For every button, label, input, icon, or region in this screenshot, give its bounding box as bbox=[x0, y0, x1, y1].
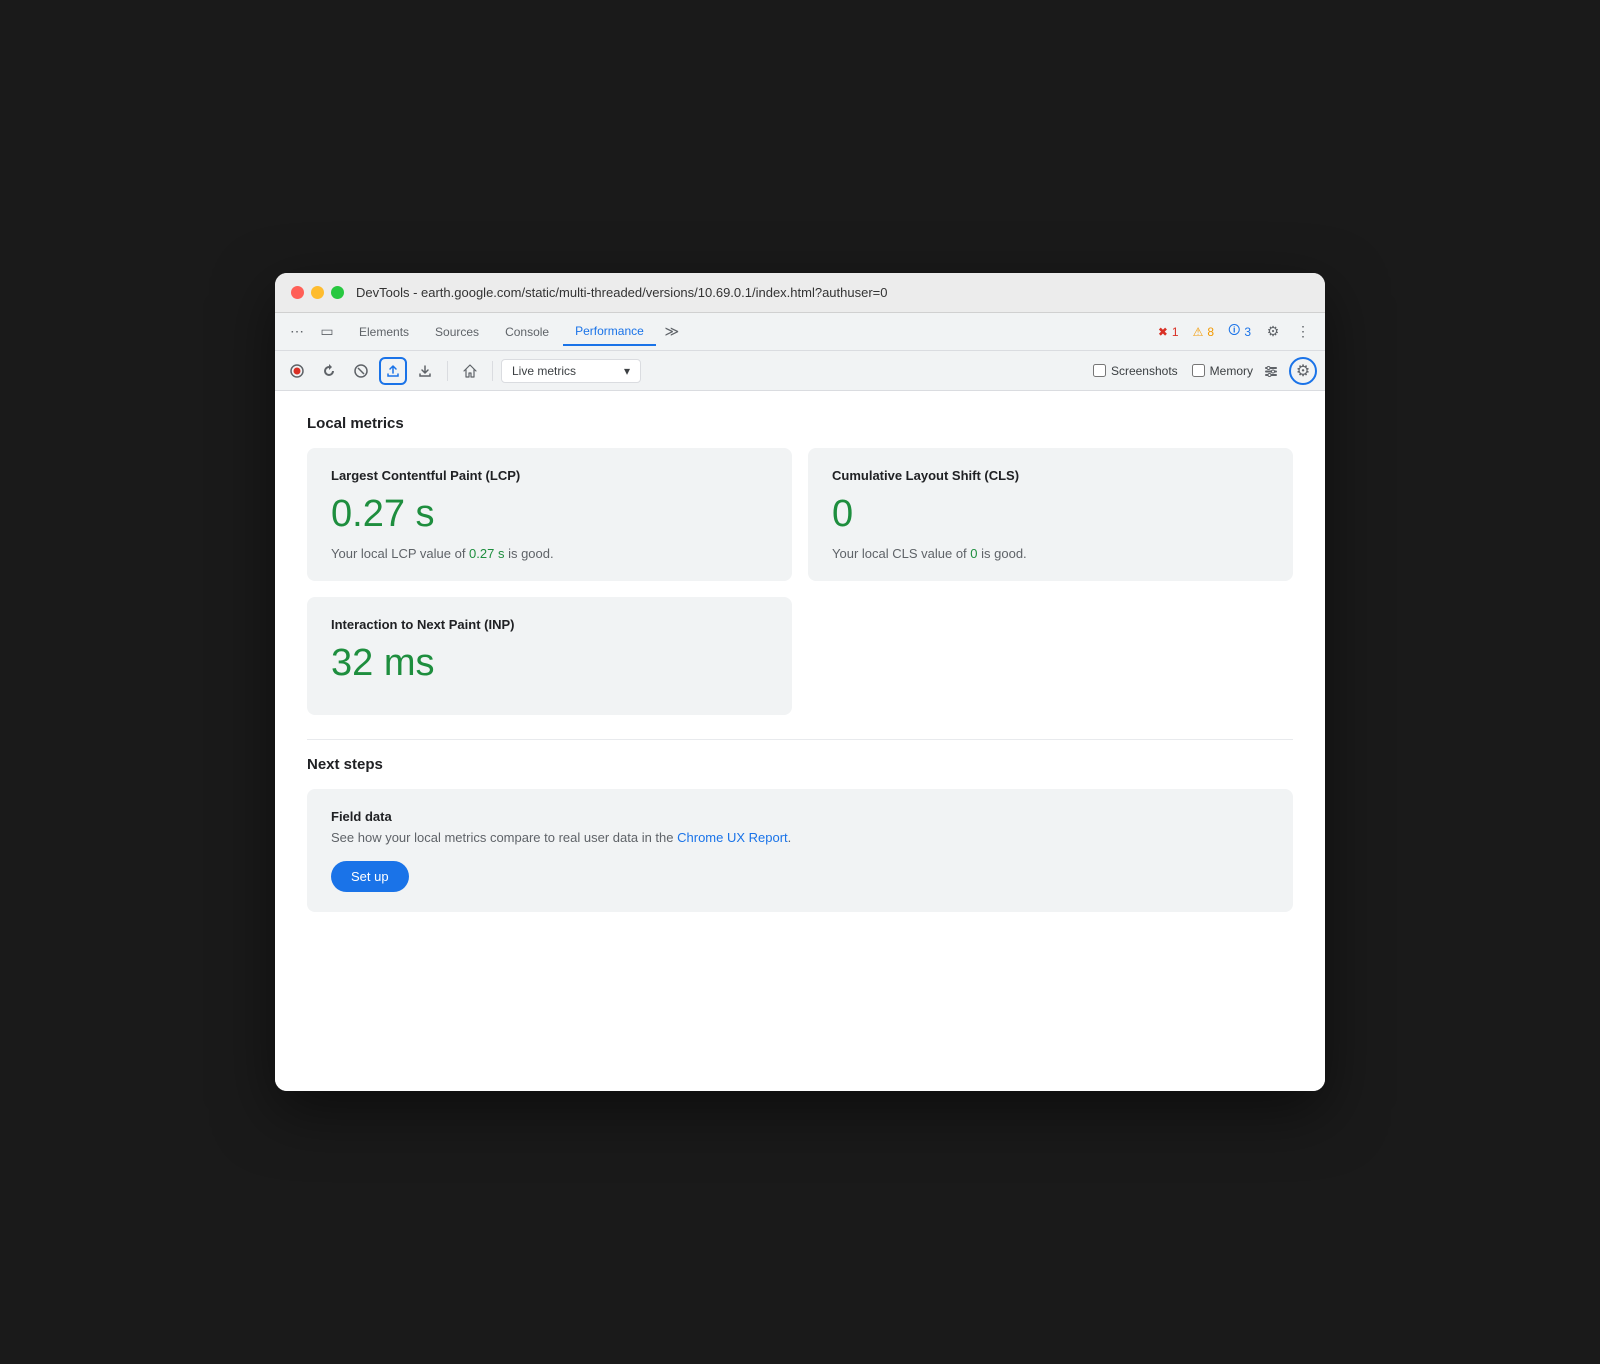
tab-sources[interactable]: Sources bbox=[423, 319, 491, 345]
lcp-card: Largest Contentful Paint (LCP) 0.27 s Yo… bbox=[307, 448, 792, 581]
field-data-card: Field data See how your local metrics co… bbox=[307, 789, 1293, 912]
info-icon: 🛈 bbox=[1228, 321, 1240, 342]
settings-gear-icon[interactable]: ⚙ bbox=[1289, 357, 1317, 385]
warning-count: 8 bbox=[1207, 325, 1214, 339]
maximize-button[interactable] bbox=[331, 286, 344, 299]
error-icon: ✖ bbox=[1158, 325, 1168, 339]
setup-button[interactable]: Set up bbox=[331, 861, 409, 892]
devtools-tab-bar: ⋯ ▭ Elements Sources Console Performance… bbox=[275, 313, 1325, 351]
toolbar-divider-1 bbox=[447, 361, 448, 381]
dropdown-arrow-icon: ▾ bbox=[624, 364, 630, 378]
download-profile-button[interactable] bbox=[411, 357, 439, 385]
screenshots-checkbox-input[interactable] bbox=[1093, 364, 1106, 377]
inp-value: 32 ms bbox=[331, 642, 768, 685]
main-content: Local metrics Largest Contentful Paint (… bbox=[275, 391, 1325, 1091]
live-metrics-label: Live metrics bbox=[512, 364, 576, 378]
tab-console[interactable]: Console bbox=[493, 319, 561, 345]
upload-profile-button[interactable] bbox=[379, 357, 407, 385]
memory-checkbox[interactable]: Memory bbox=[1192, 364, 1253, 378]
capture-settings-icon[interactable] bbox=[1257, 357, 1285, 385]
inspect-element-icon[interactable]: ⋯ bbox=[283, 318, 311, 346]
cls-desc: Your local CLS value of 0 is good. bbox=[832, 546, 1269, 561]
inp-name: Interaction to Next Paint (INP) bbox=[331, 617, 768, 632]
traffic-lights bbox=[291, 286, 344, 299]
lcp-value: 0.27 s bbox=[331, 493, 768, 536]
info-count: 3 bbox=[1244, 325, 1251, 339]
memory-label: Memory bbox=[1210, 364, 1253, 378]
cls-desc-value: 0 bbox=[970, 546, 977, 561]
toolbar-divider-2 bbox=[492, 361, 493, 381]
performance-toolbar: Live metrics ▾ Screenshots Memory bbox=[275, 351, 1325, 391]
more-options-icon[interactable]: ⋮ bbox=[1289, 318, 1317, 346]
minimize-button[interactable] bbox=[311, 286, 324, 299]
reload-record-button[interactable] bbox=[315, 357, 343, 385]
cls-value: 0 bbox=[832, 493, 1269, 536]
tab-elements[interactable]: Elements bbox=[347, 319, 421, 345]
home-button[interactable] bbox=[456, 357, 484, 385]
cls-name: Cumulative Layout Shift (CLS) bbox=[832, 468, 1269, 483]
page-title: DevTools - earth.google.com/static/multi… bbox=[356, 285, 887, 300]
lcp-name: Largest Contentful Paint (LCP) bbox=[331, 468, 768, 483]
lcp-desc: Your local LCP value of 0.27 s is good. bbox=[331, 546, 768, 561]
chrome-ux-report-link[interactable]: Chrome UX Report bbox=[677, 830, 788, 845]
metrics-grid: Largest Contentful Paint (LCP) 0.27 s Yo… bbox=[307, 448, 1293, 581]
settings-icon[interactable]: ⚙ bbox=[1259, 318, 1287, 346]
next-steps-title: Next steps bbox=[307, 756, 1293, 773]
field-data-desc-prefix: See how your local metrics compare to re… bbox=[331, 830, 677, 845]
live-metrics-dropdown[interactable]: Live metrics ▾ bbox=[501, 359, 641, 383]
more-tabs-icon[interactable]: ≫ bbox=[658, 318, 686, 346]
next-steps-section: Next steps Field data See how your local… bbox=[307, 739, 1293, 912]
field-data-desc-suffix: . bbox=[788, 830, 792, 845]
warning-badge: ⚠ 8 bbox=[1187, 323, 1220, 341]
screenshots-checkbox[interactable]: Screenshots bbox=[1093, 364, 1178, 378]
title-bar: DevTools - earth.google.com/static/multi… bbox=[275, 273, 1325, 313]
devtools-icons: ⋯ ▭ bbox=[283, 318, 341, 346]
tab-performance[interactable]: Performance bbox=[563, 318, 656, 346]
lcp-desc-prefix: Your local LCP value of bbox=[331, 546, 469, 561]
cls-desc-suffix: is good. bbox=[978, 546, 1027, 561]
local-metrics-title: Local metrics bbox=[307, 415, 1293, 432]
close-button[interactable] bbox=[291, 286, 304, 299]
screenshots-label: Screenshots bbox=[1111, 364, 1178, 378]
lcp-desc-suffix: is good. bbox=[504, 546, 553, 561]
cls-desc-prefix: Your local CLS value of bbox=[832, 546, 970, 561]
error-count: 1 bbox=[1172, 325, 1179, 339]
lcp-desc-value: 0.27 s bbox=[469, 546, 504, 561]
browser-window: DevTools - earth.google.com/static/multi… bbox=[275, 273, 1325, 1091]
field-data-desc: See how your local metrics compare to re… bbox=[331, 830, 1269, 845]
warning-icon: ⚠ bbox=[1193, 325, 1204, 339]
inp-card: Interaction to Next Paint (INP) 32 ms bbox=[307, 597, 792, 715]
checkbox-group: Screenshots Memory bbox=[1093, 364, 1253, 378]
error-badge: ✖ 1 bbox=[1152, 323, 1185, 341]
memory-checkbox-input[interactable] bbox=[1192, 364, 1205, 377]
device-toolbar-icon[interactable]: ▭ bbox=[313, 318, 341, 346]
field-data-title: Field data bbox=[331, 809, 1269, 824]
cls-card: Cumulative Layout Shift (CLS) 0 Your loc… bbox=[808, 448, 1293, 581]
info-badge: 🛈 3 bbox=[1222, 319, 1257, 344]
record-button[interactable] bbox=[283, 357, 311, 385]
clear-button[interactable] bbox=[347, 357, 375, 385]
bottom-row: Interaction to Next Paint (INP) 32 ms bbox=[307, 597, 1293, 715]
